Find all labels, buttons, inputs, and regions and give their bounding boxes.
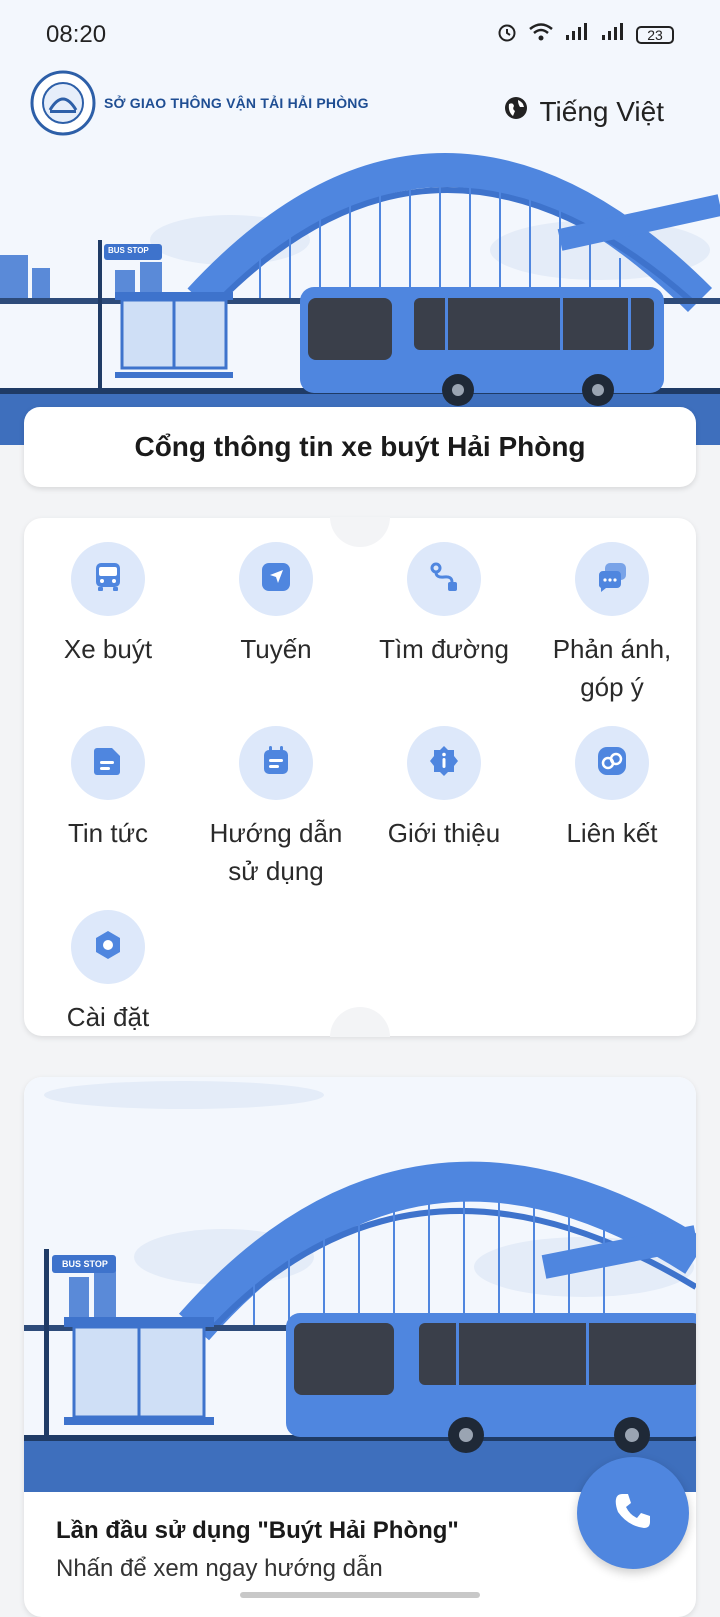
guide-illustration: [24, 1081, 696, 1492]
guide-title: Lần đầu sử dụng "Buýt Hải Phòng": [56, 1517, 459, 1544]
menu-item-label: Giới thiệu: [387, 818, 501, 848]
navigation-icon: [259, 560, 293, 599]
wifi-icon: [528, 21, 554, 49]
menu-item-label: Tin tức: [67, 818, 148, 848]
portal-title: Cổng thông tin xe buýt Hải Phòng: [134, 431, 586, 462]
chat-icon: [595, 560, 629, 599]
menu-item-settings[interactable]: Cài đặt: [24, 910, 192, 1036]
menu-item-feedback[interactable]: Phản ánh, góp ý: [528, 542, 696, 706]
menu-item-label: Phản ánh, góp ý: [552, 634, 672, 702]
guide-subtitle: Nhấn để xem ngay hướng dẫn: [56, 1555, 383, 1582]
menu-item-label: Liên kết: [566, 818, 658, 848]
battery-icon: 23: [636, 26, 674, 44]
link-icon: [595, 744, 629, 783]
call-button[interactable]: [577, 1457, 689, 1569]
menu-item-bus[interactable]: Xe buýt: [24, 542, 192, 706]
route-icon: [427, 560, 461, 599]
settings-icon: [91, 928, 125, 967]
status-time: 08:20: [46, 21, 107, 48]
status-bar: 08:20 23: [0, 0, 720, 70]
signal-icon: [564, 21, 590, 49]
globe-icon: [503, 95, 529, 128]
menu-item-label: Xe buýt: [63, 634, 153, 664]
language-selector[interactable]: Tiếng Việt: [503, 95, 664, 128]
logo-text: SỞ GIAO THÔNG VẬN TẢI HẢI PHÒNG: [104, 95, 369, 111]
signal-icon-2: [600, 21, 626, 49]
department-seal-icon: [30, 70, 96, 136]
calendar-guide-icon: [259, 744, 293, 783]
menu-item-label: Tìm đường: [379, 634, 509, 664]
menu-item-routes[interactable]: Tuyến: [192, 542, 360, 706]
bus-stop-sign-label: BUS STOP: [108, 246, 149, 255]
menu-item-label: Hướng dẫn sử dụng: [209, 818, 343, 886]
phone-icon: [608, 1486, 658, 1541]
menu-card: Xe buýt Tuyến Tìm đường Phản ánh, góp ý …: [24, 517, 696, 1037]
home-indicator[interactable]: [240, 1592, 480, 1598]
portal-title-card: Cổng thông tin xe buýt Hải Phòng: [24, 407, 696, 487]
menu-item-label: Tuyến: [240, 634, 312, 664]
alarm-icon: [496, 21, 518, 50]
menu-item-about[interactable]: Giới thiệu: [360, 726, 528, 890]
guide-bus-stop-sign-label: BUS STOP: [62, 1259, 108, 1269]
menu-item-user-guide[interactable]: Hướng dẫn sử dụng: [192, 726, 360, 890]
department-logo: SỞ GIAO THÔNG VẬN TẢI HẢI PHÒNG: [30, 70, 369, 136]
menu-grid: Xe buýt Tuyến Tìm đường Phản ánh, góp ý …: [24, 542, 696, 1036]
menu-item-label: Cài đặt: [66, 1002, 150, 1032]
bus-icon: [91, 560, 125, 599]
menu-item-news[interactable]: Tin tức: [24, 726, 192, 890]
info-icon: [427, 744, 461, 783]
language-label: Tiếng Việt: [539, 95, 664, 127]
menu-item-find-route[interactable]: Tìm đường: [360, 542, 528, 706]
news-icon: [91, 744, 125, 783]
menu-item-links[interactable]: Liên kết: [528, 726, 696, 890]
